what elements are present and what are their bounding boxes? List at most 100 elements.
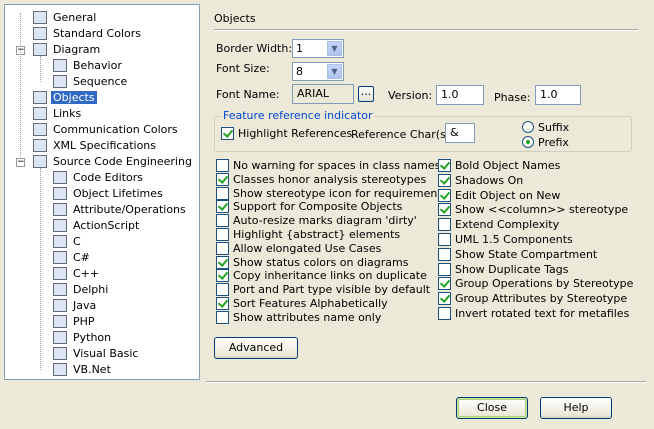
option-checkbox[interactable]: Show Duplicate Tags xyxy=(438,262,568,277)
option-checkbox[interactable]: Allow elongated Use Cases xyxy=(216,241,382,256)
close-button[interactable]: Close xyxy=(456,397,528,419)
phase-field[interactable]: 1.0 xyxy=(535,85,581,105)
chevron-down-icon[interactable]: ▼ xyxy=(327,41,342,56)
checkbox-icon[interactable] xyxy=(216,283,229,297)
checkbox-icon[interactable] xyxy=(438,262,451,276)
advanced-button[interactable]: Advanced xyxy=(214,337,298,359)
version-field[interactable]: 1.0 xyxy=(436,85,484,105)
option-checkbox[interactable]: Classes honor analysis stereotypes xyxy=(216,172,426,187)
option-checkbox[interactable]: Shadows On xyxy=(438,173,523,188)
checkbox-icon[interactable] xyxy=(216,186,229,200)
tree-item[interactable]: Objects xyxy=(33,90,97,106)
checkbox-icon[interactable] xyxy=(216,255,229,269)
option-checkbox[interactable]: UML 1.5 Components xyxy=(438,233,573,247)
help-button[interactable]: Help xyxy=(540,397,612,419)
tree-item[interactable]: C xyxy=(53,234,83,250)
prefix-radio[interactable]: Prefix xyxy=(522,136,569,150)
option-checkbox[interactable]: Copy inheritance links on duplicate xyxy=(216,269,427,283)
option-label: Group Operations by Stereotype xyxy=(455,277,634,291)
checkbox-icon[interactable] xyxy=(216,269,229,283)
tree-item[interactable]: C# xyxy=(53,250,92,266)
option-checkbox[interactable]: Highlight {abstract} elements xyxy=(216,228,400,242)
checkbox-icon[interactable] xyxy=(216,241,229,255)
tree-item[interactable]: Visual Basic xyxy=(53,346,140,362)
tree-item-label: General xyxy=(53,11,97,24)
option-checkbox[interactable]: Show status colors on diagrams xyxy=(216,255,408,270)
border-width-select[interactable]: 1 ▼ xyxy=(292,39,344,58)
tree-item[interactable]: Source Code Engineering xyxy=(33,154,194,170)
option-checkbox[interactable]: Bold Object Names xyxy=(438,159,560,173)
checkbox-icon[interactable] xyxy=(438,159,451,172)
checkbox-icon[interactable] xyxy=(438,247,451,261)
tree-item-label: C++ xyxy=(73,267,100,280)
behavior-icon xyxy=(53,58,67,72)
tree-item[interactable]: Java xyxy=(53,298,98,314)
checkbox-icon[interactable] xyxy=(216,297,229,310)
option-checkbox[interactable]: Show State Compartment xyxy=(438,247,597,262)
tree-item[interactable]: PHP xyxy=(53,314,97,330)
checkbox-icon[interactable] xyxy=(438,277,451,291)
tree-item[interactable]: Diagram xyxy=(33,42,102,58)
tree-item[interactable]: General xyxy=(33,10,98,26)
option-checkbox[interactable]: Show attributes name only xyxy=(216,310,381,325)
tree-item-label: C# xyxy=(73,251,90,264)
checkbox-icon[interactable] xyxy=(438,233,451,246)
checkbox-icon[interactable] xyxy=(216,172,229,186)
checkbox-icon[interactable] xyxy=(221,127,234,140)
tree-item[interactable]: ActionScript xyxy=(53,218,141,234)
checkbox-icon[interactable] xyxy=(216,228,229,241)
tree-item[interactable]: VB.Net xyxy=(53,362,113,378)
option-checkbox[interactable]: Group Attributes by Stereotype xyxy=(438,292,627,306)
tree-item[interactable]: XML Specifications xyxy=(33,138,158,154)
option-label: Allow elongated Use Cases xyxy=(233,241,382,255)
option-checkbox[interactable]: Show stereotype icon for requirements xyxy=(216,186,447,201)
option-checkbox[interactable]: Invert rotated text for metafiles xyxy=(438,307,629,321)
tree-item[interactable]: Object Lifetimes xyxy=(53,186,165,202)
highlight-references-label: Highlight References xyxy=(238,127,353,140)
c-language-icon xyxy=(53,234,67,248)
tree-item[interactable]: Python xyxy=(53,330,113,346)
tree-item[interactable]: Behavior xyxy=(53,58,124,74)
reference-char-field[interactable]: & xyxy=(445,123,475,143)
checkbox-icon[interactable] xyxy=(216,214,229,228)
tree-item-label: Sequence xyxy=(73,75,128,88)
option-checkbox[interactable]: Sort Features Alphabetically xyxy=(216,297,388,311)
tree-item[interactable]: Communication Colors xyxy=(33,122,180,138)
checkbox-icon[interactable] xyxy=(438,307,451,320)
chevron-down-icon[interactable]: ▼ xyxy=(327,64,342,79)
tree-item[interactable]: Links xyxy=(33,106,83,122)
checkbox-icon[interactable] xyxy=(438,173,451,187)
option-checkbox[interactable]: Extend Complexity xyxy=(438,218,559,232)
option-checkbox[interactable]: Edit Object on New xyxy=(438,188,560,203)
option-checkbox[interactable]: No warning for spaces in class names xyxy=(216,159,440,173)
radio-icon[interactable] xyxy=(522,136,534,148)
options-tree[interactable]: General Standard Colors Diagram Behavior Seq… xyxy=(4,4,200,380)
tree-connector xyxy=(40,56,41,82)
suffix-radio[interactable]: Suffix xyxy=(522,121,569,135)
tree-item[interactable]: Sequence xyxy=(53,74,129,90)
checkbox-icon[interactable] xyxy=(216,200,229,214)
checkbox-icon[interactable] xyxy=(438,292,451,306)
radio-icon[interactable] xyxy=(522,121,534,133)
option-checkbox[interactable]: Support for Composite Objects xyxy=(216,200,402,214)
option-checkbox[interactable]: Port and Part type visible by default xyxy=(216,283,430,297)
font-size-select[interactable]: 8 ▼ xyxy=(292,62,344,81)
tree-item[interactable]: Attribute/Operations xyxy=(53,202,188,218)
option-checkbox[interactable]: Show <<column>> stereotype xyxy=(438,203,628,217)
tree-item[interactable]: Code Editors xyxy=(53,170,145,186)
checkbox-icon[interactable] xyxy=(438,188,451,202)
footer-divider xyxy=(206,381,646,383)
checkbox-icon[interactable] xyxy=(438,203,451,217)
tree-item[interactable]: C++ xyxy=(53,266,101,282)
collapse-icon[interactable]: − xyxy=(16,158,25,167)
tree-item[interactable]: Standard Colors xyxy=(33,26,143,42)
checkbox-icon[interactable] xyxy=(438,218,451,232)
option-checkbox[interactable]: Group Operations by Stereotype xyxy=(438,277,633,291)
tree-item[interactable]: Delphi xyxy=(53,282,110,298)
font-browse-button[interactable]: ... xyxy=(358,86,374,102)
tree-item-label: Code Editors xyxy=(73,171,143,184)
checkbox-icon[interactable] xyxy=(216,310,229,324)
option-checkbox[interactable]: Auto-resize marks diagram 'dirty' xyxy=(216,214,417,228)
checkbox-icon[interactable] xyxy=(216,159,229,172)
highlight-references-checkbox[interactable]: Highlight References xyxy=(221,127,352,141)
